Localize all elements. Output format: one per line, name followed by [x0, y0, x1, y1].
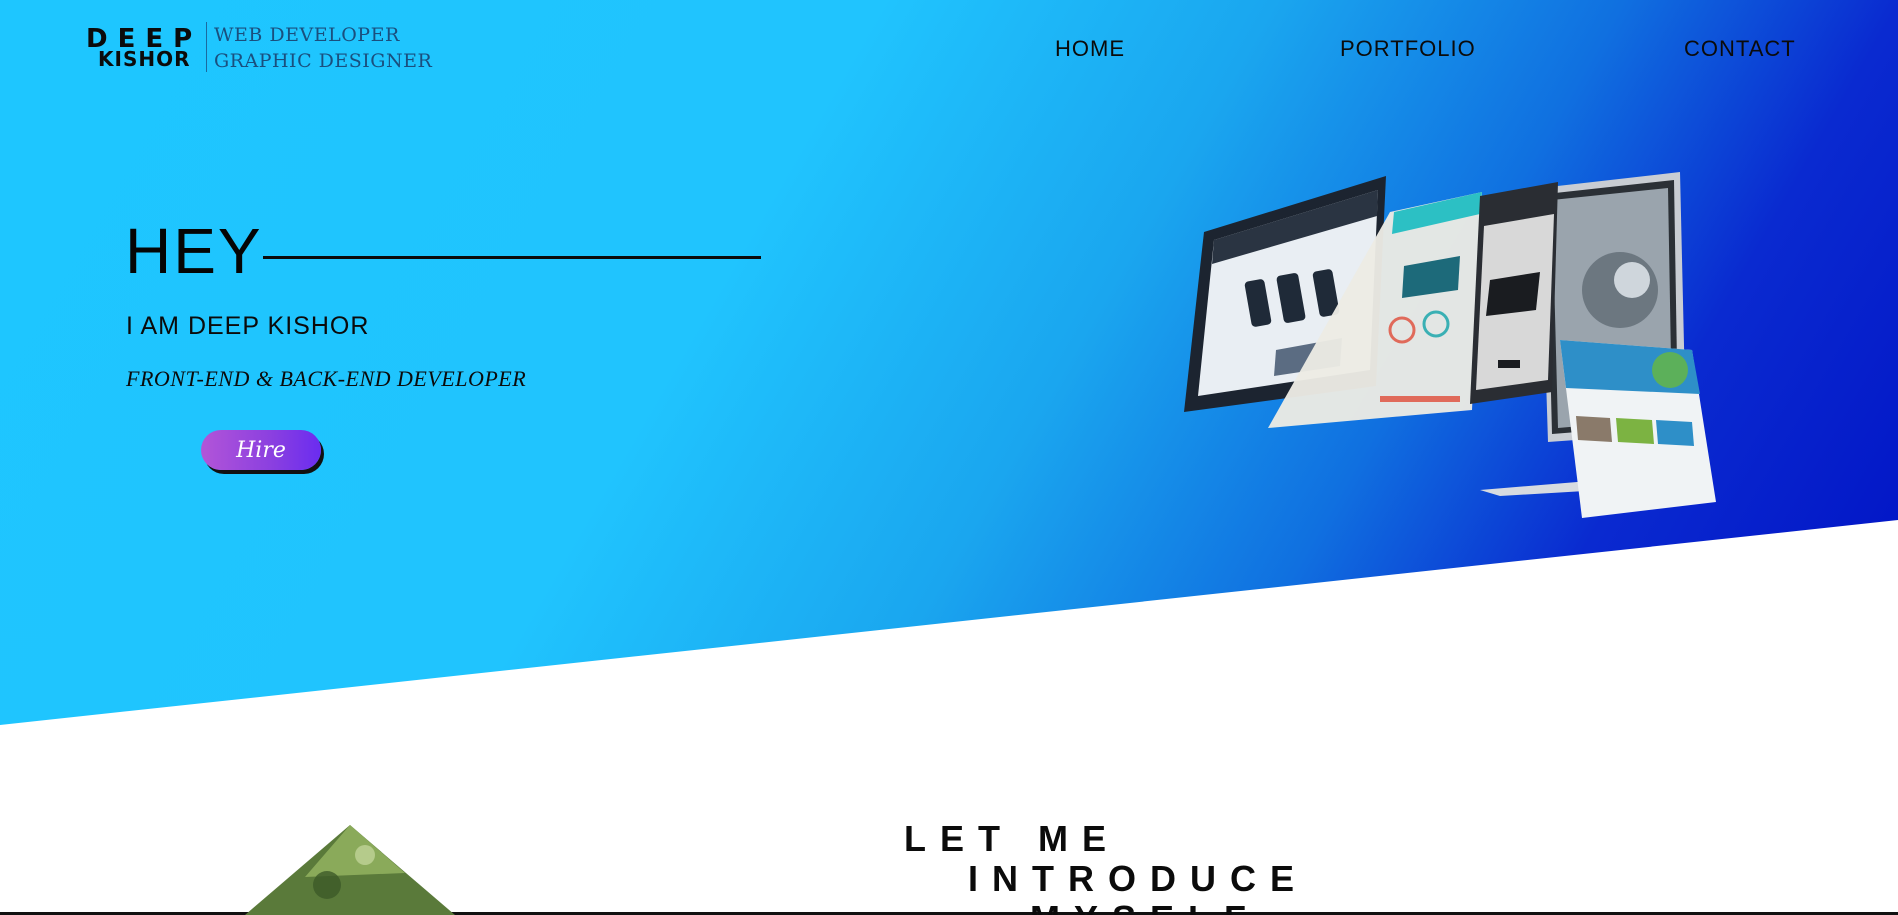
nav-contact-link[interactable]: CONTACT: [1684, 36, 1796, 62]
nav-home-link[interactable]: HOME: [1055, 36, 1125, 62]
welcome-dear-visitor-icon: [1560, 340, 1716, 518]
hero-name: I AM DEEP KISHOR: [126, 312, 370, 340]
brand-tagline-web: WEB DEVELOPER: [214, 24, 400, 46]
hire-button[interactable]: Hire: [201, 430, 321, 470]
brand-divider: [206, 22, 207, 72]
website-screens-illustration: [1184, 172, 1716, 518]
hero-greeting-underline: [263, 256, 761, 259]
profile-photo-diamond-icon: [245, 825, 455, 915]
about-title-line1: LET ME: [904, 818, 1120, 859]
hero-greeting: HEY: [125, 215, 263, 287]
about-title-line3: MYSELF: [1030, 898, 1260, 915]
nav-portfolio-link[interactable]: PORTFOLIO: [1340, 36, 1476, 62]
hero-role: FRONT-END & BACK-END DEVELOPER: [126, 366, 527, 391]
brand-tagline-graphic: GRAPHIC DESIGNER: [214, 50, 433, 72]
platinum-screen-icon: [1470, 182, 1558, 404]
about-title-line2: INTRODUCE: [968, 858, 1308, 899]
brand-name-last: KISHOR: [98, 47, 191, 71]
